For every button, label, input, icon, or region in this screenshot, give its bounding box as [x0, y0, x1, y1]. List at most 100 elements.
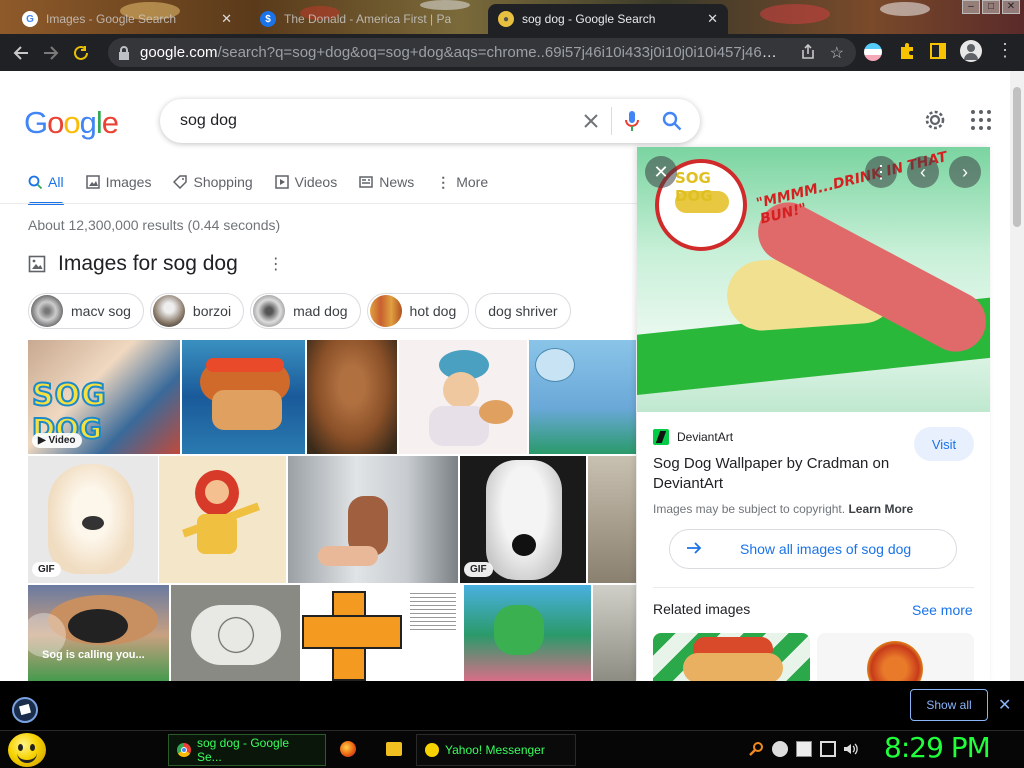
- image-result[interactable]: [182, 340, 305, 454]
- forward-button[interactable]: [36, 38, 66, 68]
- related-image[interactable]: [653, 633, 810, 681]
- minus-tray-icon[interactable]: [772, 741, 788, 757]
- bookmark-star-icon[interactable]: ☆: [830, 43, 844, 63]
- chip-borzoi[interactable]: borzoi: [149, 293, 245, 329]
- show-all-images-button[interactable]: Show all images of sog dog: [669, 529, 957, 569]
- more-options-button[interactable]: ⋮: [865, 156, 897, 188]
- close-tab-icon[interactable]: ✕: [707, 11, 718, 27]
- address-bar[interactable]: google.com/search?q=sog+dog&oq=sog+dog&a…: [108, 38, 856, 67]
- chip-thumbnail: [369, 295, 402, 327]
- divider: [0, 203, 640, 204]
- folder-icon[interactable]: [386, 742, 402, 756]
- image-result[interactable]: [593, 585, 636, 681]
- chip-hot-dog[interactable]: hot dog: [366, 293, 470, 329]
- image-result[interactable]: [464, 585, 591, 681]
- search-tray-icon[interactable]: [748, 741, 764, 757]
- chip-label: hot dog: [409, 303, 457, 319]
- taskbar-item-yahoo-messenger[interactable]: Yahoo! Messenger: [416, 734, 576, 766]
- network-tray-icon[interactable]: [820, 741, 836, 757]
- tab-images[interactable]: Images: [85, 168, 151, 196]
- see-more-link[interactable]: See more: [912, 602, 973, 618]
- close-panel-button[interactable]: ✕: [645, 156, 677, 188]
- image-title-link[interactable]: Sog Dog Wallpaper by Cradman on DeviantA…: [653, 454, 893, 494]
- search-icon: [28, 175, 42, 189]
- microphone-icon[interactable]: [612, 101, 652, 141]
- image-icon: [85, 175, 100, 189]
- close-window-icon[interactable]: ✕: [1002, 0, 1020, 14]
- chip-dog-shriver[interactable]: dog shriver: [475, 293, 571, 329]
- next-image-button[interactable]: ›: [949, 156, 981, 188]
- task-label: sog dog - Google Se...: [196, 736, 290, 764]
- firefox-icon[interactable]: [340, 741, 356, 757]
- back-button[interactable]: [6, 38, 36, 68]
- show-all-downloads-button[interactable]: Show all: [910, 689, 988, 721]
- reload-icon: [74, 45, 88, 60]
- minimize-icon[interactable]: –: [962, 0, 980, 14]
- extensions-puzzle-icon[interactable]: [898, 42, 916, 65]
- tab-videos[interactable]: Videos: [274, 168, 337, 196]
- previous-image-button[interactable]: ‹: [907, 156, 939, 188]
- tab-news[interactable]: News: [359, 168, 414, 196]
- google-logo[interactable]: Google: [24, 105, 119, 141]
- search-box[interactable]: sog dog: [160, 99, 700, 143]
- volume-icon[interactable]: [842, 741, 858, 757]
- image-result[interactable]: [399, 340, 527, 454]
- download-item-icon[interactable]: [12, 697, 38, 723]
- clock[interactable]: 8:29 PM: [884, 731, 991, 764]
- related-image[interactable]: [817, 633, 974, 681]
- learn-more-link[interactable]: Learn More: [848, 502, 913, 516]
- close-tab-icon[interactable]: ✕: [221, 11, 232, 27]
- chip-thumbnail: [152, 295, 185, 327]
- result-stats: About 12,300,000 results (0.44 seconds): [28, 217, 281, 233]
- chip-mad-dog[interactable]: mad dog: [250, 293, 361, 329]
- settings-gear-icon[interactable]: [920, 105, 950, 135]
- preview-image[interactable]: SOG DOG "MMMM...DRINK IN THAT BUN!": [637, 147, 990, 412]
- window-controls: – □ ✕: [962, 0, 1020, 16]
- chip-macv-sog[interactable]: macv sog: [28, 293, 144, 329]
- lock-icon: [119, 45, 129, 60]
- tab-sog-dog[interactable]: ● sog dog - Google Search ✕: [488, 4, 728, 34]
- maximize-icon[interactable]: □: [982, 0, 1000, 14]
- image-result[interactable]: [171, 585, 300, 681]
- tab-shopping[interactable]: Shopping: [173, 168, 253, 196]
- profile-avatar-icon[interactable]: [960, 40, 982, 62]
- extension-flag-icon[interactable]: [864, 43, 882, 61]
- search-input[interactable]: sog dog: [180, 112, 571, 130]
- tab-the-donald[interactable]: $ The Donald - America First | Pa: [250, 4, 480, 34]
- tab-more[interactable]: ⋮ More: [436, 168, 488, 196]
- scrollbar-thumb[interactable]: [1013, 87, 1021, 227]
- start-button-smiley-icon[interactable]: [8, 733, 46, 767]
- reload-button[interactable]: [66, 38, 96, 68]
- more-options-icon[interactable]: ⋮: [268, 254, 284, 274]
- play-icon: [274, 175, 289, 189]
- image-source[interactable]: DeviantArt: [653, 429, 733, 445]
- image-result[interactable]: SOG DOG ▶ Video: [28, 340, 180, 454]
- image-result[interactable]: [288, 456, 458, 583]
- chip-thumbnail: [31, 295, 63, 327]
- image-result[interactable]: [159, 456, 286, 583]
- image-result[interactable]: GIF: [460, 456, 586, 583]
- arrow-right-icon: [686, 541, 702, 558]
- share-icon[interactable]: [800, 43, 816, 64]
- url-text: google.com/search?q=sog+dog&oq=sog+dog&a…: [140, 44, 780, 61]
- tab-images-search[interactable]: G Images - Google Search ✕: [12, 4, 242, 34]
- image-result[interactable]: Sog is calling you...: [28, 585, 169, 681]
- image-result[interactable]: [302, 585, 462, 681]
- side-panel-icon[interactable]: [930, 43, 946, 59]
- clear-search-icon[interactable]: [571, 101, 611, 141]
- image-result[interactable]: [529, 340, 636, 454]
- image-result[interactable]: GIF: [28, 456, 158, 583]
- search-icon[interactable]: [652, 101, 692, 141]
- flag-tray-icon[interactable]: [796, 741, 812, 757]
- google-apps-icon[interactable]: [966, 105, 996, 135]
- browser-menu-icon[interactable]: ⋮: [996, 40, 1014, 61]
- more-vert-icon: ⋮: [872, 161, 890, 182]
- tab-all[interactable]: All: [28, 168, 64, 205]
- chip-label: mad dog: [293, 303, 348, 319]
- visit-button[interactable]: Visit: [914, 427, 974, 461]
- image-result[interactable]: [307, 340, 397, 454]
- page-scrollbar[interactable]: [1010, 71, 1024, 681]
- close-download-bar-icon[interactable]: ✕: [998, 695, 1011, 715]
- image-result[interactable]: [588, 456, 636, 583]
- taskbar-item-chrome[interactable]: sog dog - Google Se...: [168, 734, 326, 766]
